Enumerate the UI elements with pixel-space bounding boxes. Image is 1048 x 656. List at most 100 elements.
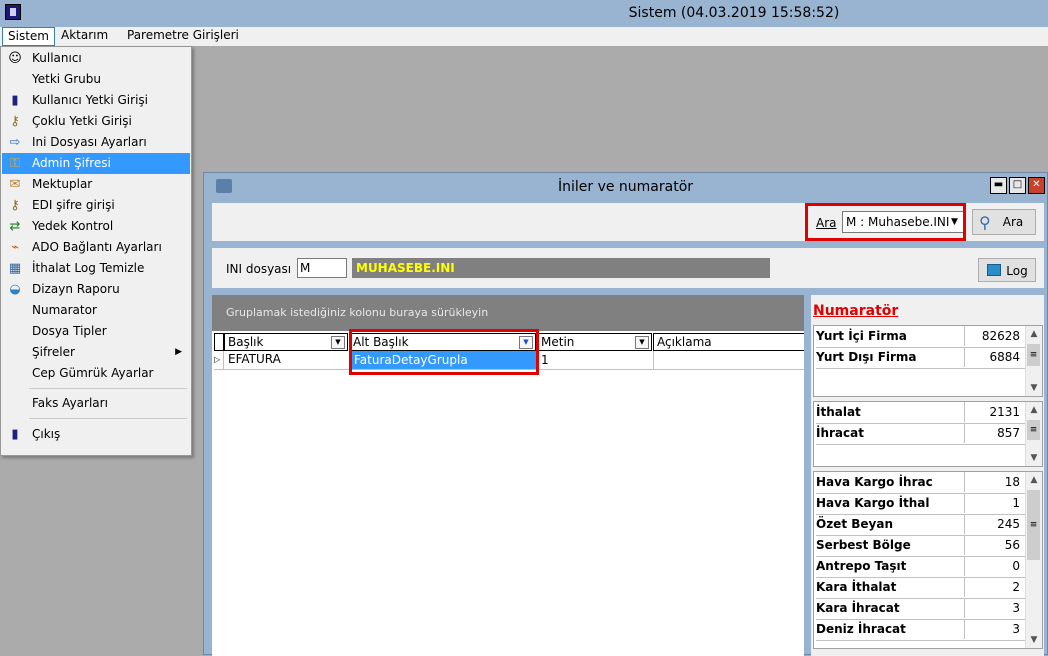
chevron-down-icon[interactable]: ▼ <box>635 336 649 349</box>
column-header-baslik-label: Başlık <box>228 335 264 349</box>
log-icon <box>987 264 1001 276</box>
scroll-down-icon[interactable]: ▼ <box>1026 632 1042 648</box>
item-value[interactable]: 2 <box>964 577 1022 597</box>
item-value[interactable]: 245 <box>964 514 1022 534</box>
scroll-up-icon[interactable]: ▲ <box>1026 402 1042 418</box>
scrollbar[interactable]: ▲ ≡ ▼ <box>1025 402 1042 466</box>
cell-metin[interactable]: 1 <box>537 351 653 369</box>
menu-item-admin-sifresi[interactable]: ⚿ Admin Şifresi <box>2 153 190 174</box>
ini-name-display: MUHASEBE.INI <box>352 258 770 278</box>
scroll-thumb[interactable]: ≡ <box>1027 344 1040 366</box>
item-value[interactable]: 1 <box>964 493 1022 513</box>
item-value[interactable]: 0 <box>964 556 1022 576</box>
menu-sistem[interactable]: Sistem <box>2 27 55 46</box>
column-header-aciklama-label: Açıklama <box>657 335 712 349</box>
close-button[interactable]: ✕ <box>1028 177 1045 194</box>
numarator-group-3: Hava Kargo İhrac 18 Hava Kargo İthal 1 Öze… <box>813 471 1043 649</box>
menu-item-label: İthalat Log Temizle <box>32 261 145 275</box>
menu-item-numarator[interactable]: Numarator <box>2 300 190 321</box>
item-value[interactable]: 857 <box>964 423 1022 443</box>
group-by-panel[interactable]: Gruplamak istediğiniz kolonu buraya sürü… <box>212 295 804 331</box>
item-value[interactable]: 3 <box>964 619 1022 639</box>
connection-icon: ⌁ <box>11 240 19 255</box>
users-key-icon: ⚷ <box>10 114 20 129</box>
column-header-baslik[interactable]: Başlık ▼ <box>224 333 348 351</box>
list-item[interactable]: İthalat 2131 <box>816 402 1026 424</box>
search-button-label: Ara <box>1002 215 1024 229</box>
menu-item-dosya-tipler[interactable]: Dosya Tipler <box>2 321 190 342</box>
list-item[interactable]: Deniz İhracat 3 <box>816 619 1026 641</box>
iniler-window: İniler ve numaratör ▬ □ ✕ Ara M : Muhase… <box>203 172 1048 656</box>
current-row-icon: ▷ <box>214 351 224 369</box>
item-label: İthalat <box>816 405 861 419</box>
list-item[interactable]: Hava Kargo İthal 1 <box>816 493 1026 515</box>
item-label: Deniz İhracat <box>816 622 906 636</box>
menu-aktarim[interactable]: Aktarım <box>56 27 113 46</box>
menu-item-cikis[interactable]: ▮ Çıkış <box>2 424 190 445</box>
alt-baslik-highlight-box <box>349 329 539 375</box>
item-value[interactable]: 6884 <box>964 347 1022 367</box>
item-label: Yurt İçi Firma <box>816 329 907 343</box>
menu-item-faks-ayarlari[interactable]: Faks Ayarları <box>2 393 190 414</box>
item-value[interactable]: 82628 <box>964 326 1022 346</box>
menu-item-ado-baglanti-ayarlari[interactable]: ⌁ ADO Bağlantı Ayarları <box>2 237 190 258</box>
menu-item-ini-dosyasi-ayarlari[interactable]: ⇨ Ini Dosyası Ayarları <box>2 132 190 153</box>
cell-baslik[interactable]: EFATURA <box>228 352 348 366</box>
minimize-button[interactable]: ▬ <box>990 177 1007 194</box>
menu-parametre-girisleri[interactable]: Paremetre Girişleri <box>122 27 244 46</box>
menu-item-yedek-kontrol[interactable]: ⇄ Yedek Kontrol <box>2 216 190 237</box>
scroll-thumb[interactable]: ≡ <box>1027 420 1040 440</box>
numarator-panel: Numaratör Yurt İçi Firma 82628 Yurt Dışı … <box>811 295 1044 656</box>
item-value[interactable]: 18 <box>964 472 1022 492</box>
menu-separator <box>29 388 187 389</box>
list-item[interactable]: Yurt İçi Firma 82628 <box>816 326 1026 348</box>
numarator-title: Numaratör <box>813 303 899 319</box>
scrollbar[interactable]: ▲ ≡ ▼ <box>1025 326 1042 396</box>
menu-item-label: Kullanıcı Yetki Girişi <box>32 93 148 107</box>
column-header-aciklama[interactable]: Açıklama <box>653 333 804 351</box>
scroll-down-icon[interactable]: ▼ <box>1026 450 1042 466</box>
list-item[interactable]: Antrepo Taşıt 0 <box>816 556 1026 578</box>
menu-item-dizayn-raporu[interactable]: ◒ Dizayn Raporu <box>2 279 190 300</box>
menu-item-label: Ini Dosyası Ayarları <box>32 135 147 149</box>
list-item[interactable]: Kara İthalat 2 <box>816 577 1026 599</box>
list-item[interactable]: Kara İhracat 3 <box>816 598 1026 620</box>
ini-code-field[interactable]: M <box>297 258 347 278</box>
menu-item-mektuplar[interactable]: ✉ Mektuplar <box>2 174 190 195</box>
menu-item-kullanici-yetki-girisi[interactable]: ▮ Kullanıcı Yetki Girişi <box>2 90 190 111</box>
menu-item-ithalat-log-temizle[interactable]: ▦ İthalat Log Temizle <box>2 258 190 279</box>
users-key-icon: ⚷ <box>10 198 20 213</box>
menu-item-yetki-grubu[interactable]: Yetki Grubu <box>2 69 190 90</box>
maximize-button[interactable]: □ <box>1009 177 1026 194</box>
report-icon: ◒ <box>9 282 21 297</box>
item-value[interactable]: 56 <box>964 535 1022 555</box>
scroll-down-icon[interactable]: ▼ <box>1026 380 1042 396</box>
list-item[interactable]: Özet Beyan 245 <box>816 514 1026 536</box>
menu-item-cep-gumruk-ayarlar[interactable]: Cep Gümrük Ayarlar <box>2 363 190 384</box>
scroll-up-icon[interactable]: ▲ <box>1026 472 1042 488</box>
menu-item-label: Numarator <box>32 303 97 317</box>
list-item[interactable]: Hava Kargo İhrac 18 <box>816 472 1026 494</box>
key-icon: ⚿ <box>10 156 20 171</box>
list-item[interactable]: İhracat 857 <box>816 423 1026 445</box>
log-button-label: Log <box>1006 264 1028 278</box>
menu-item-coklu-yetki-girisi[interactable]: ⚷ Çoklu Yetki Girişi <box>2 111 190 132</box>
cell-aciklama[interactable] <box>653 351 803 369</box>
menu-item-label: ADO Bağlantı Ayarları <box>32 240 162 254</box>
menu-bar: Sistem Aktarım Paremetre Girişleri <box>0 27 1048 46</box>
list-item[interactable]: Yurt Dışı Firma 6884 <box>816 347 1026 369</box>
menu-item-sifreler[interactable]: Şifreler ▶ <box>2 342 190 363</box>
item-value[interactable]: 2131 <box>964 402 1022 422</box>
column-header-metin[interactable]: Metin ▼ <box>537 333 652 351</box>
menu-item-edi-sifre-girisi[interactable]: ⚷ EDI şifre girişi <box>2 195 190 216</box>
log-button[interactable]: Log <box>978 258 1036 282</box>
item-value[interactable]: 3 <box>964 598 1022 618</box>
menu-item-label: Dizayn Raporu <box>32 282 120 296</box>
scrollbar[interactable]: ▲ ≡ ▼ <box>1025 472 1042 648</box>
chevron-down-icon[interactable]: ▼ <box>331 336 345 349</box>
list-item[interactable]: Serbest Bölge 56 <box>816 535 1026 557</box>
scroll-up-icon[interactable]: ▲ <box>1026 326 1042 342</box>
scroll-thumb[interactable]: ≡ <box>1027 490 1040 560</box>
search-button[interactable]: ⚲ Ara <box>972 209 1036 235</box>
menu-item-kullanici[interactable]: ☺ Kullanıcı <box>2 48 190 69</box>
